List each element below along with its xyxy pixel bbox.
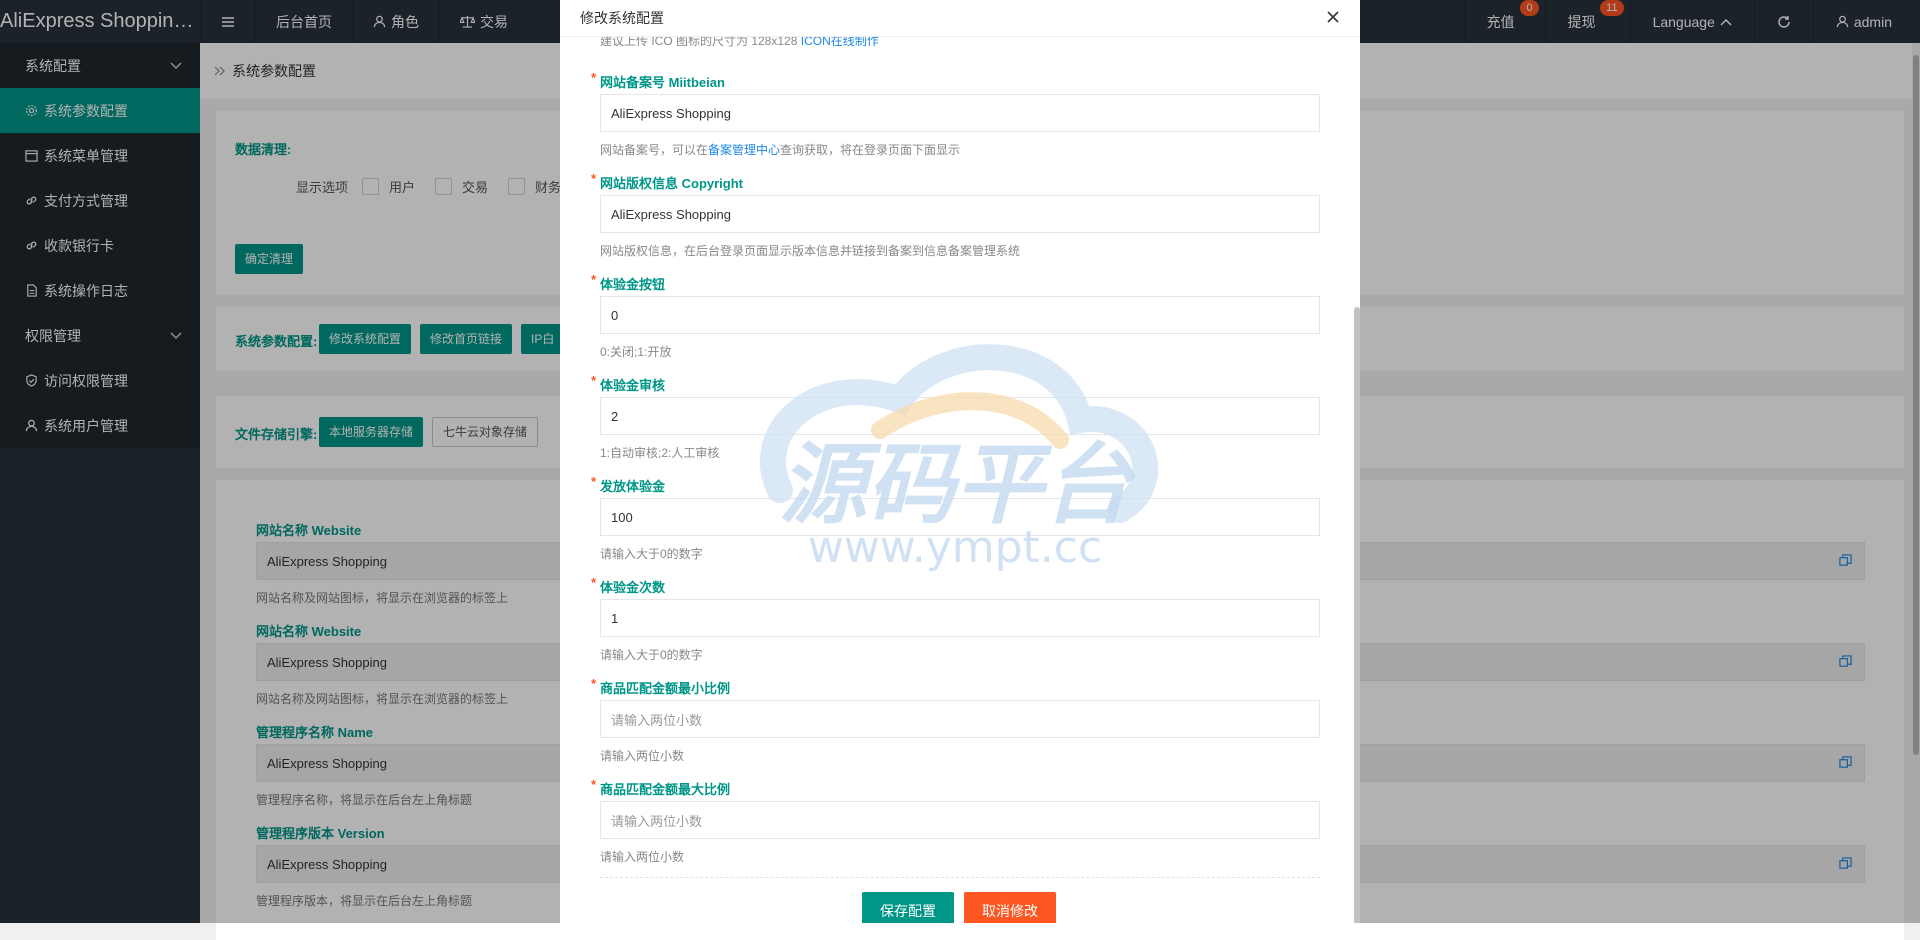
field-label-wrap: * 体验金审核 (591, 373, 1320, 393)
modal-footer-divider (600, 877, 1320, 878)
modal-scrollbar[interactable] (1354, 307, 1360, 923)
modal-body: 建议上传 ICO 图标的尺寸为 128x128 ICON在线制作 * 网站备案号 … (560, 37, 1360, 923)
beian-center-link[interactable]: 备案管理中心 (708, 143, 780, 157)
field-label-wrap: * 商品匹配金额最大比例 (591, 777, 1320, 797)
miitbeian-input[interactable]: AliExpress Shopping (600, 94, 1320, 132)
modal-header: 修改系统配置 (560, 0, 1360, 37)
save-config-button[interactable]: 保存配置 (862, 892, 954, 923)
field-min-ratio: * 商品匹配金额最小比例 请输入两位小数 请输入两位小数 (591, 676, 1320, 764)
field-hint: 请输入两位小数 (600, 850, 685, 864)
field-hint: 请输入两位小数 (600, 749, 685, 763)
required-star: * (591, 676, 597, 691)
field-hint: 网站版权信息，在后台登录页面显示版本信息并链接到备案到信息备案管理系统 (600, 244, 1021, 258)
field-label: 体验金次数 (600, 580, 666, 595)
trial-review-input[interactable]: 2 (600, 397, 1320, 435)
field-trial-times: * 体验金次数 1 请输入大于0的数字 (591, 575, 1320, 663)
field-trial-review: * 体验金审核 2 1:自动审核;2:人工审核 (591, 373, 1320, 461)
field-trial-button: * 体验金按钮 0 0:关闭;1:开放 (591, 272, 1320, 360)
required-star: * (591, 171, 597, 186)
field-copyright: * 网站版权信息 Copyright AliExpress Shopping 网站… (591, 171, 1320, 259)
field-label: 网站备案号 Miitbeian (600, 75, 725, 90)
edit-sysconfig-modal: 修改系统配置 建议上传 ICO 图标的尺寸为 128x128 ICON在线制作 … (560, 0, 1360, 923)
field-label-wrap: * 发放体验金 (591, 474, 1320, 494)
field-label-wrap: * 网站备案号 Miitbeian (591, 70, 1320, 90)
close-icon[interactable] (1326, 10, 1340, 24)
hint-text-suffix: 查询获取，将在登录页面下面显示 (780, 143, 961, 157)
field-hint: 请输入大于0的数字 (600, 648, 703, 662)
field-label-wrap: * 网站版权信息 Copyright (591, 171, 1320, 191)
field-hint: 1:自动审核;2:人工审核 (600, 446, 720, 460)
field-label-wrap: * 体验金次数 (591, 575, 1320, 595)
field-hint: 0:关闭;1:开放 (600, 345, 672, 359)
modal-title: 修改系统配置 (580, 10, 664, 26)
field-label: 商品匹配金额最小比例 (600, 681, 731, 696)
field-label: 网站版权信息 Copyright (600, 176, 743, 191)
icon-maker-link[interactable]: ICON在线制作 (801, 37, 879, 48)
required-star: * (591, 373, 597, 388)
cancel-edit-button[interactable]: 取消修改 (964, 892, 1056, 923)
field-trial-amount: * 发放体验金 100 请输入大于0的数字 (591, 474, 1320, 562)
required-star: * (591, 272, 597, 287)
field-miitbeian: * 网站备案号 Miitbeian AliExpress Shopping 网站备… (591, 70, 1320, 158)
required-star: * (591, 70, 597, 85)
field-max-ratio: * 商品匹配金额最大比例 请输入两位小数 请输入两位小数 (591, 777, 1320, 865)
required-star: * (591, 575, 597, 590)
field-hint: 请输入大于0的数字 (600, 547, 703, 561)
field-label: 体验金审核 (600, 378, 666, 393)
icon-size-hint-text: 建议上传 ICO 图标的尺寸为 128x128 (600, 37, 798, 48)
trial-amount-input[interactable]: 100 (600, 498, 1320, 536)
copyright-input[interactable]: AliExpress Shopping (600, 195, 1320, 233)
field-label: 体验金按钮 (600, 277, 666, 292)
trial-times-input[interactable]: 1 (600, 599, 1320, 637)
field-label: 发放体验金 (600, 479, 666, 494)
min-ratio-input[interactable]: 请输入两位小数 (600, 700, 1320, 738)
max-ratio-input[interactable]: 请输入两位小数 (600, 801, 1320, 839)
field-hint: 网站备案号，可以在备案管理中心查询获取，将在登录页面下面显示 (600, 141, 1320, 158)
trial-button-input[interactable]: 0 (600, 296, 1320, 334)
required-star: * (591, 777, 597, 792)
field-label: 商品匹配金额最大比例 (600, 782, 731, 797)
hint-text: 网站备案号，可以在 (600, 143, 709, 157)
required-star: * (591, 474, 597, 489)
icon-size-hint: 建议上传 ICO 图标的尺寸为 128x128 ICON在线制作 (600, 37, 879, 49)
field-label-wrap: * 体验金按钮 (591, 272, 1320, 292)
field-label-wrap: * 商品匹配金额最小比例 (591, 676, 1320, 696)
